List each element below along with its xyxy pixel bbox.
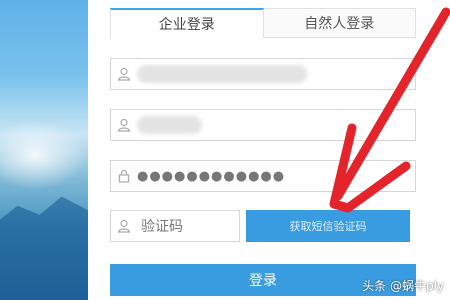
user-icon	[111, 59, 137, 89]
captcha-placeholder: 验证码	[141, 219, 183, 235]
password-value: ●●●●●●●●●●●●	[137, 168, 286, 184]
background-sky-image	[0, 0, 88, 300]
tab-personal-login[interactable]: 自然人登录	[263, 8, 416, 38]
account-value-redacted	[137, 65, 307, 83]
watermark: 头条 @蜗牛ply	[362, 279, 444, 293]
login-tabs: 企业登录 自然人登录	[110, 8, 416, 42]
background-mountain	[0, 196, 88, 300]
lock-icon	[111, 161, 137, 191]
tab-enterprise-login[interactable]: 企业登录	[110, 8, 264, 38]
background-cloud	[0, 120, 88, 190]
captcha-input[interactable]: 验证码	[110, 210, 240, 242]
user-icon	[111, 110, 137, 140]
account-input[interactable]	[110, 58, 416, 90]
password-input[interactable]: ●●●●●●●●●●●●	[110, 160, 416, 192]
user-icon	[111, 211, 137, 241]
username-input[interactable]	[110, 109, 416, 141]
username-value-redacted	[137, 116, 202, 134]
get-sms-code-button[interactable]: 获取短信验证码	[246, 210, 410, 242]
